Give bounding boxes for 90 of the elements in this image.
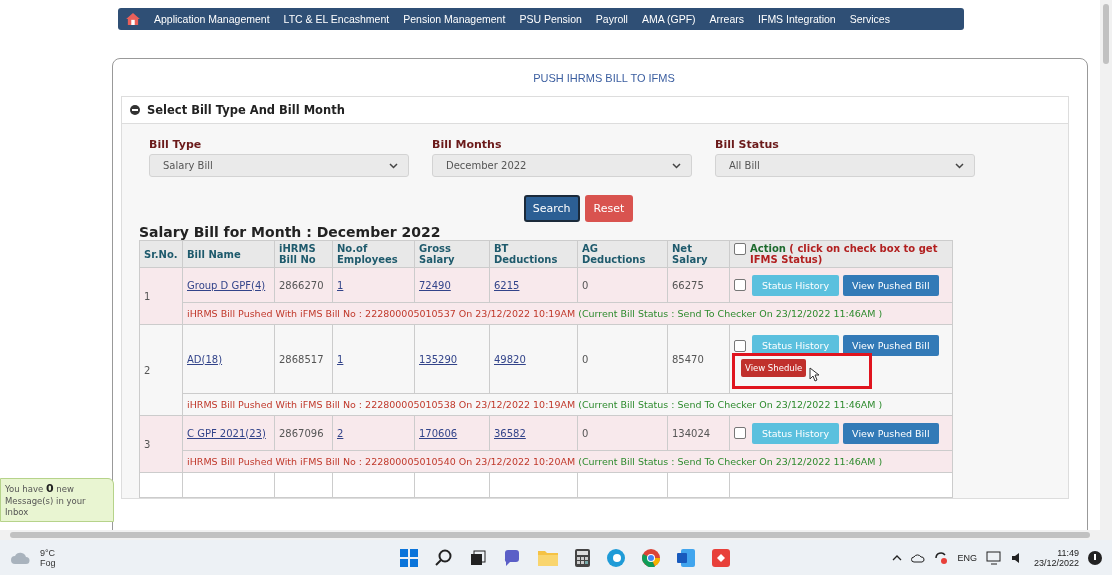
checkbox[interactable] — [734, 339, 746, 352]
inbox-notice: You have 0 new Message(s) in your Inbox — [0, 478, 114, 523]
search-button[interactable]: Search — [523, 195, 580, 222]
chevron-icon — [672, 162, 681, 169]
view-schedule-button[interactable]: View Shedule — [741, 359, 807, 377]
view-pushed-bill-button[interactable]: View Pushed Bill — [843, 422, 939, 444]
table-cell: 0 — [577, 415, 668, 451]
table-cell: 2867096 — [274, 415, 333, 451]
column-header: Gross Salary — [414, 240, 490, 268]
table-cell: 1 — [139, 267, 183, 325]
menu-item[interactable]: PSU Pension — [519, 13, 582, 25]
menu-item[interactable]: AMA (GPF) — [641, 13, 696, 25]
employees-link[interactable]: 2 — [337, 427, 344, 439]
chevron-icon — [389, 162, 398, 169]
notification-icon[interactable] — [1088, 550, 1102, 565]
menu-item[interactable]: Payroll — [595, 13, 628, 25]
document-icon[interactable] — [677, 548, 695, 567]
horizontal-scrollbar[interactable] — [0, 530, 1112, 540]
clock-time[interactable]: 11:49 — [1057, 547, 1079, 558]
column-header: No.of Employees — [332, 240, 415, 268]
dropdown-field[interactable]: All Bill — [715, 154, 975, 177]
deductions-link[interactable]: 49820 — [494, 353, 526, 365]
employees-link[interactable]: 1 — [337, 279, 344, 291]
field-label: Bill Months — [432, 138, 502, 151]
table-cell: 2866270 — [274, 267, 333, 303]
table-cell: 0 — [577, 267, 668, 303]
field-label: Bill Status — [715, 138, 779, 151]
table-cell: 3 — [139, 415, 183, 473]
dropdown-field[interactable]: Salary Bill — [149, 154, 409, 177]
column-header: iHRMS Bill No — [274, 240, 333, 268]
panel-title: Select Bill Type And Bill Month — [147, 103, 345, 117]
column-header: AG Deductions — [577, 240, 668, 268]
start-icon[interactable] — [400, 548, 418, 567]
view-pushed-bill-button[interactable]: View Pushed Bill — [843, 274, 939, 296]
push-status-text: iHRMS Bill Pushed With iFMS Bill No : 222800005010537 On 23/12/2022 10:19AM (Current Bill Status : Send To Checker On 23/12/2022 11:46AM ) — [182, 302, 953, 325]
checkbox[interactable] — [734, 279, 746, 291]
push-status-text: iHRMS Bill Pushed With iFMS Bill No : 222800005010538 On 23/12/2022 10:19AM (Current Bill Status : Send To Checker On 23/12/2022 11:46AM ) — [182, 393, 953, 416]
table-cell: 134024 — [667, 415, 730, 451]
table-cell: 2 — [139, 324, 183, 416]
vertical-scrollbar[interactable] — [1100, 0, 1112, 530]
table-heading: Salary Bill for Month : December 2022 — [139, 224, 442, 240]
menu-item[interactable]: Application Management — [154, 13, 270, 25]
monitor-icon[interactable] — [985, 550, 1002, 565]
checkbox[interactable] — [734, 427, 746, 439]
menu-item[interactable]: Services — [849, 13, 890, 25]
gross-salary-link[interactable]: 72490 — [419, 279, 451, 291]
menu-item[interactable]: Arrears — [709, 13, 745, 25]
table-cell: 0 — [577, 324, 668, 394]
field-label: Bill Type — [149, 138, 202, 151]
menu-item[interactable]: IFMS Integration — [758, 13, 836, 25]
column-header: Sr.No. — [139, 240, 183, 268]
task-view-icon[interactable] — [470, 549, 486, 566]
cloud-icon — [10, 550, 32, 565]
column-header: Action ( click on check box to get IFMS Status) — [750, 243, 939, 265]
employees-link[interactable]: 1 — [337, 353, 344, 365]
browser-icon[interactable] — [607, 548, 625, 567]
view-pushed-bill-button[interactable]: View Pushed Bill — [843, 335, 939, 356]
deductions-link[interactable]: 6215 — [494, 279, 520, 291]
checkbox[interactable] — [734, 243, 746, 255]
column-header: Net Salary — [667, 240, 730, 268]
column-header: Bill Name — [182, 240, 275, 268]
sync-icon[interactable] — [934, 550, 949, 565]
table-cell: 2868517 — [274, 324, 333, 394]
chevron-up-icon[interactable] — [892, 554, 903, 561]
weather-text: Fog — [40, 557, 56, 568]
deductions-link[interactable]: 36582 — [494, 427, 526, 439]
dropdown-field[interactable]: December 2022 — [432, 154, 692, 177]
collapse-icon[interactable] — [130, 105, 140, 115]
gross-salary-link[interactable]: 170606 — [419, 427, 458, 439]
clock-date[interactable]: 23/12/2022 — [1033, 557, 1079, 568]
menu-item[interactable]: Pension Management — [403, 13, 506, 25]
temperature-text: 9°C — [40, 547, 56, 558]
table-cell: 66275 — [667, 267, 730, 303]
chrome-icon[interactable] — [642, 548, 660, 567]
table-cell: 85470 — [667, 324, 730, 394]
language-indicator[interactable]: ENG — [957, 552, 977, 563]
search-icon[interactable] — [435, 548, 453, 567]
push-status-text: iHRMS Bill Pushed With iFMS Bill No : 222800005010540 On 23/12/2022 10:20AM (Current Bill Status : Send To Checker On 23/12/2022 11:46AM ) — [182, 450, 953, 473]
gross-salary-link[interactable]: 135290 — [419, 353, 458, 365]
cloud-outline-icon[interactable] — [911, 552, 926, 563]
bill-name-link[interactable]: AD(18) — [187, 353, 223, 365]
chat-icon[interactable] — [503, 548, 521, 567]
home-icon[interactable] — [126, 13, 140, 25]
cursor-icon — [809, 367, 819, 382]
page-title: PUSH IHRMS BILL TO IFMS — [532, 71, 676, 86]
menu-item[interactable]: LTC & EL Encashment — [283, 13, 390, 25]
chevron-icon — [955, 162, 964, 169]
calculator-icon[interactable] — [575, 548, 590, 567]
column-header: BT Deductions — [489, 240, 578, 268]
reset-button[interactable]: Reset — [584, 195, 634, 222]
